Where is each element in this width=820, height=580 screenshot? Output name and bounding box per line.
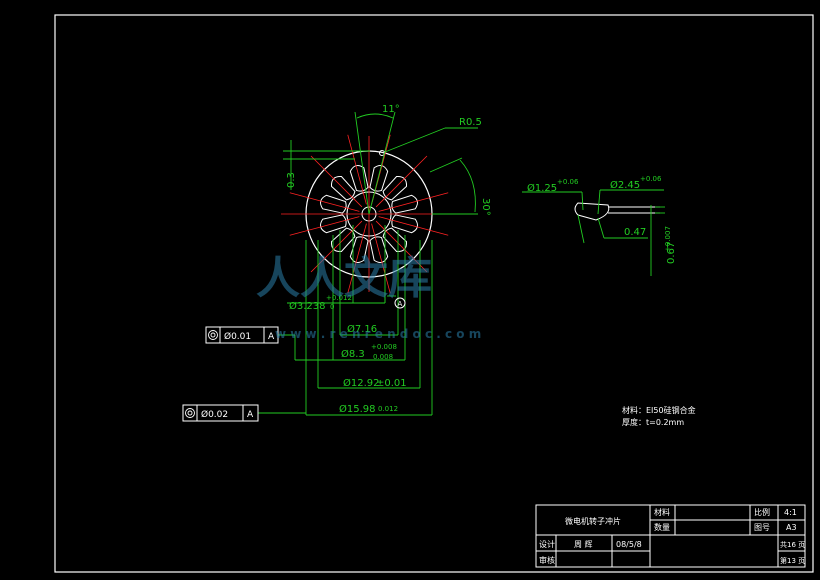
- review-label: 审核: [539, 555, 555, 565]
- drawing-canvas: 11° R0.5 0.3 30° Ø3.238 +0.012 0 Ø7.16 Ø…: [54, 14, 814, 573]
- drawing-no-value: A3: [786, 523, 797, 532]
- left-height-dim: 0.3: [286, 172, 297, 188]
- material-note: 材料：EI50硅钢合金: [622, 405, 696, 415]
- drawing-border: [54, 14, 814, 573]
- watermark: 人人文库 w w w . r e n r e n d o c . c o m: [256, 253, 481, 341]
- scale-value: 4:1: [784, 508, 797, 517]
- concentricity-icon: [208, 330, 218, 340]
- slot-centerline: [375, 155, 428, 208]
- slot-profile: [574, 202, 610, 221]
- d3-tol-lo: 0.008: [373, 353, 393, 361]
- slot-centerline: [289, 192, 360, 212]
- detail-d-small: Ø1.25: [527, 182, 557, 194]
- tol-frame-1-datum: A: [268, 332, 275, 342]
- design-label: 设计: [539, 539, 555, 549]
- slot-centerline: [310, 155, 363, 208]
- sheet-number: 第13 页: [780, 556, 805, 565]
- d4-dim: Ø12.92: [343, 377, 380, 389]
- detail-height-tol: +0.007: [664, 226, 672, 252]
- thickness-note: 厚度：t=0.2mm: [622, 417, 684, 427]
- tol-frame-2-value: Ø0.02: [201, 409, 228, 420]
- slot-centerline: [289, 216, 360, 236]
- watermark-url: w w w . r e n r e n d o c . c o m: [275, 327, 481, 341]
- watermark-text: 人人文库: [256, 253, 432, 304]
- right-angle-dim: 30°: [480, 198, 491, 216]
- slot-centerline: [378, 192, 449, 212]
- detail-d-small-tol: +0.06: [557, 178, 579, 186]
- angle-dim: 11°: [382, 104, 400, 115]
- detail-d-large-tol: +0.06: [640, 175, 662, 183]
- d5-tol: 0.012: [378, 405, 398, 413]
- detail-width: 0.47: [624, 227, 646, 238]
- radius-dim: R0.5: [459, 117, 482, 128]
- tolerance-frame-2: Ø0.02 A: [182, 404, 259, 422]
- slot-centerline: [347, 134, 367, 205]
- d3-tol-up: +0.008: [371, 343, 397, 351]
- tol-frame-2-datum: A: [247, 410, 254, 420]
- d3-dim: Ø8.3: [341, 348, 365, 360]
- drawing-name: 微电机转子冲片: [565, 516, 621, 526]
- total-sheets: 共16 页: [780, 540, 805, 549]
- detail-d-large: Ø2.45: [610, 179, 640, 191]
- tol-frame-1-value: Ø0.01: [224, 331, 251, 342]
- slot-detail-view: Ø1.25 +0.06 Ø2.45 +0.06 0.47 0.67 +0.007: [522, 175, 677, 276]
- material-label: 材料: [654, 507, 670, 517]
- tolerance-frame-1: Ø0.01 A: [205, 326, 279, 344]
- quantity-label: 数量: [654, 522, 670, 532]
- d5-dim: Ø15.98: [339, 403, 376, 415]
- designer-name: 周 辉: [574, 540, 593, 549]
- drawing-no-label: 图号: [754, 523, 770, 532]
- scale-label: 比例: [754, 507, 770, 517]
- d4-tol: ±0.01: [376, 378, 407, 389]
- d1-tol-lo: 0: [330, 303, 334, 311]
- design-date: 08/5/8: [616, 540, 642, 549]
- concentricity-icon: [185, 408, 195, 418]
- slot-centerline: [378, 216, 449, 236]
